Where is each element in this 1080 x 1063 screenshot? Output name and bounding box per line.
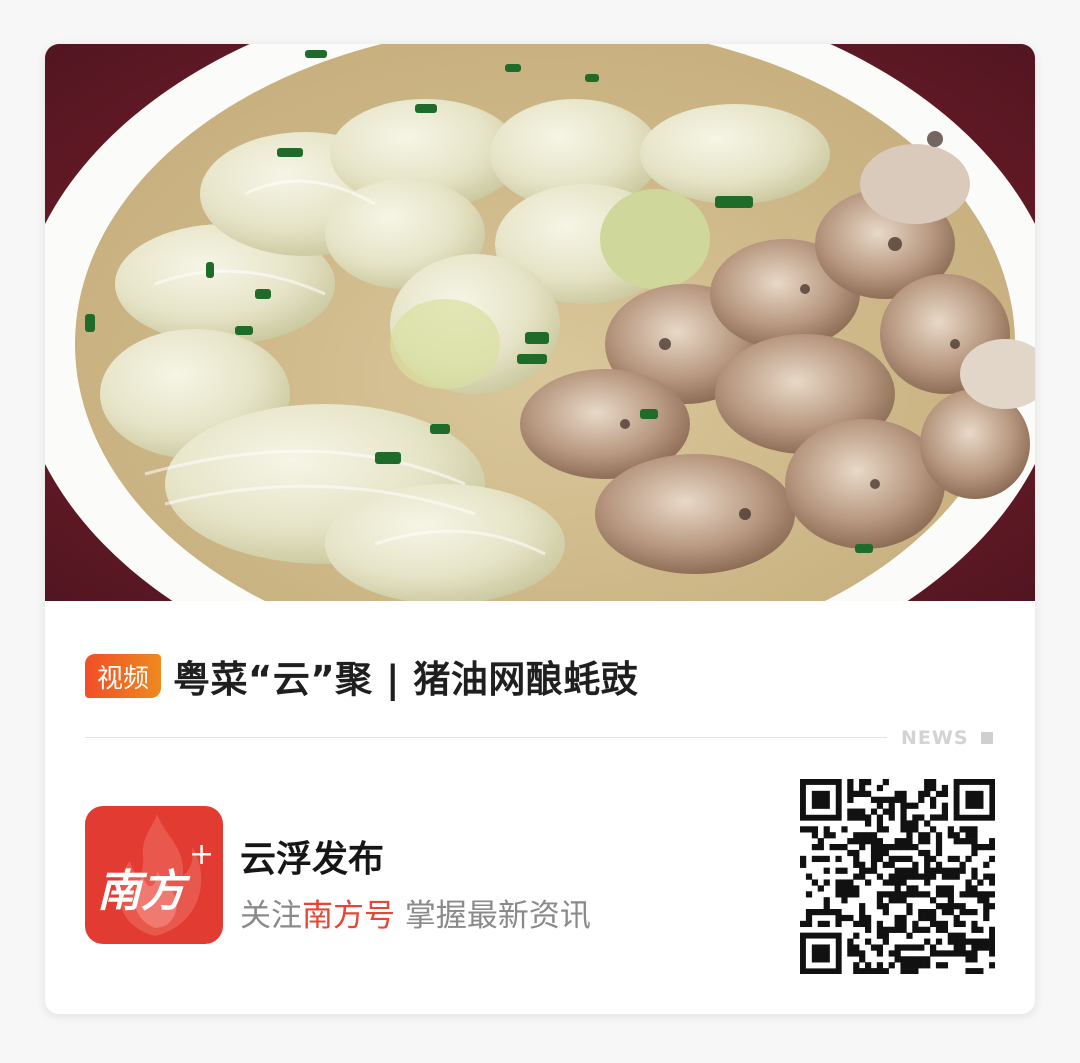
follow-slogan: 关注南方号 掌握最新资讯	[240, 890, 591, 935]
account-name[interactable]: 云浮发布	[240, 830, 384, 882]
article-card[interactable]: 视频 粤菜“云”聚 | 猪油网酿蚝豉 NEWS 南方 + 云浮发布 关注南方号 …	[45, 44, 1035, 1014]
flame-logo-icon: 南方 +	[97, 814, 214, 936]
news-tag: NEWS	[901, 727, 969, 749]
divider-line	[85, 737, 887, 738]
slogan-highlight[interactable]: 南方号	[302, 898, 395, 934]
nanfang-plus-logo[interactable]: 南方 +	[85, 806, 223, 944]
slogan-suffix: 掌握最新资讯	[395, 898, 591, 934]
video-badge: 视频	[85, 654, 162, 698]
slogan-prefix: 关注	[240, 898, 302, 934]
logo-plus: +	[189, 837, 214, 872]
article-title[interactable]: 粤菜“云”聚 | 猪油网酿蚝豉	[173, 649, 638, 703]
qr-code-icon[interactable]	[800, 779, 995, 974]
logo-text: 南方	[97, 866, 191, 917]
article-title-row[interactable]: 视频 粤菜“云”聚 | 猪油网酿蚝豉	[85, 648, 995, 704]
dish-photo[interactable]	[45, 44, 1035, 601]
square-icon	[981, 732, 993, 744]
news-divider: NEWS	[85, 726, 997, 750]
